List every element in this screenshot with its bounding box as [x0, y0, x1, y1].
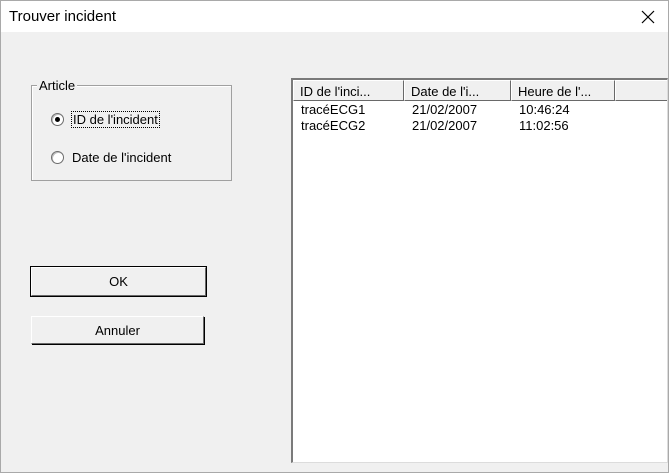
- radio-incident-id[interactable]: ID de l'incident: [51, 111, 160, 128]
- cell-incident-id: tracéECG2: [301, 118, 366, 133]
- article-group-label: Article: [37, 78, 78, 93]
- cell-incident-time: 10:46:24: [519, 102, 570, 117]
- list-header: ID de l'inci... Date de l'i... Heure de …: [293, 80, 667, 101]
- table-row[interactable]: tracéECG2 21/02/2007 11:02:56: [293, 118, 667, 134]
- radio-incident-date-label: Date de l'incident: [72, 150, 172, 165]
- radio-button[interactable]: [51, 151, 64, 164]
- incident-list[interactable]: ID de l'inci... Date de l'i... Heure de …: [291, 78, 668, 463]
- cell-incident-id: tracéECG1: [301, 102, 366, 117]
- column-header-incident-time[interactable]: Heure de l'...: [511, 80, 615, 101]
- cell-incident-time: 11:02:56: [519, 118, 569, 133]
- close-icon: [641, 10, 655, 23]
- ok-button[interactable]: OK: [30, 266, 207, 297]
- column-header-incident-id[interactable]: ID de l'inci...: [293, 80, 404, 101]
- cancel-button[interactable]: Annuler: [31, 316, 204, 344]
- column-header-incident-date[interactable]: Date de l'i...: [404, 80, 511, 101]
- cell-incident-date: 21/02/2007: [412, 102, 478, 117]
- find-incident-dialog: Trouver incident Article ID de l'inciden…: [0, 0, 669, 473]
- table-row[interactable]: tracéECG1 21/02/2007 10:46:24: [293, 102, 667, 118]
- radio-incident-id-label: ID de l'incident: [71, 111, 160, 128]
- list-rows: tracéECG1 21/02/2007 10:46:24 tracéECG2 …: [293, 102, 667, 134]
- cell-incident-date: 21/02/2007: [412, 118, 478, 133]
- article-groupbox: [31, 85, 232, 181]
- title-bar[interactable]: Trouver incident: [1, 1, 668, 32]
- close-button[interactable]: [628, 1, 668, 32]
- column-header-filler: [615, 80, 667, 101]
- dialog-title: Trouver incident: [9, 8, 116, 25]
- radio-incident-date[interactable]: Date de l'incident: [51, 150, 171, 165]
- radio-button[interactable]: [51, 113, 64, 126]
